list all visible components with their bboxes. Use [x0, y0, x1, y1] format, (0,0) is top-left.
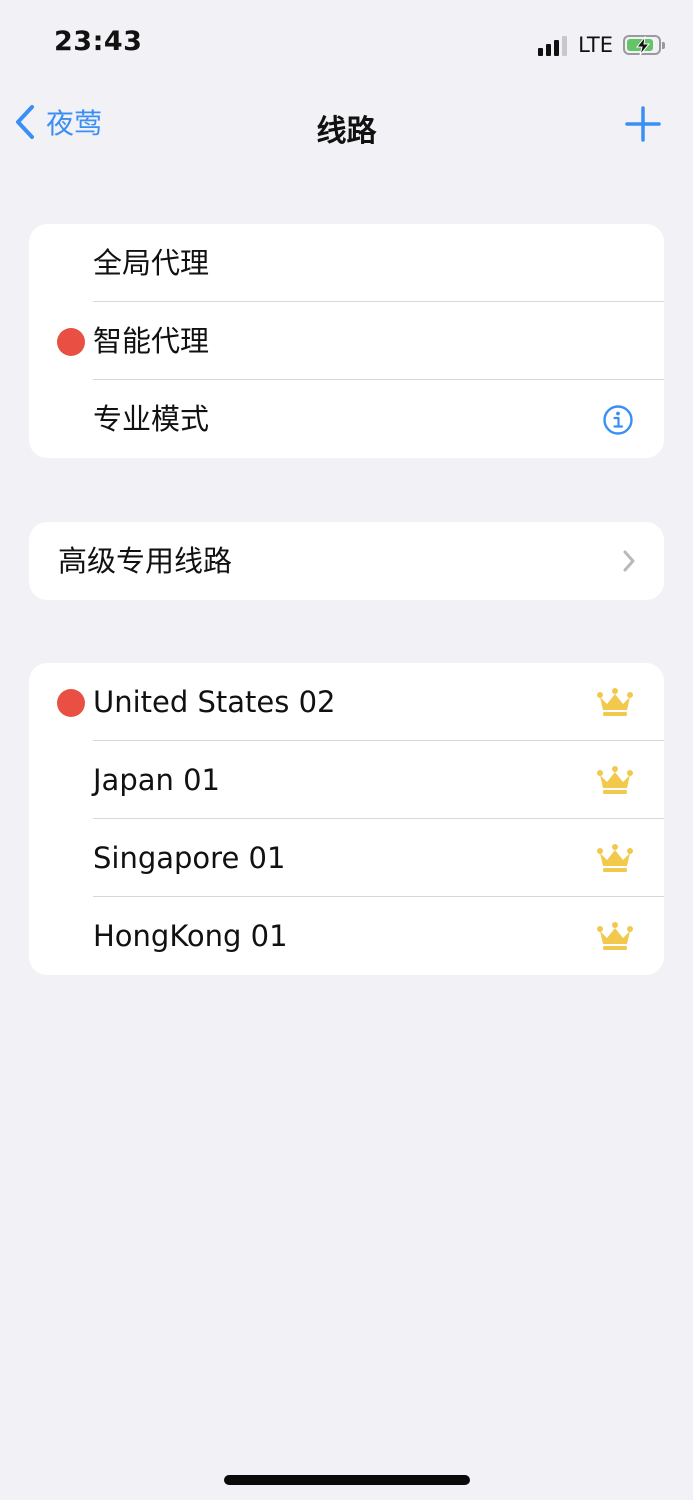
mode-row-smart[interactable]: 智能代理	[29, 302, 664, 380]
mode-label: 智能代理	[93, 324, 210, 358]
server-row-japan-01[interactable]: Japan 01	[29, 741, 664, 819]
status-indicators: LTE	[538, 30, 665, 60]
plus-icon	[625, 106, 661, 142]
selected-indicator-dot	[57, 689, 85, 717]
server-label: Singapore 01	[93, 841, 286, 875]
signal-strength-icon	[538, 34, 570, 56]
crown-icon	[597, 688, 633, 716]
server-list-group: United States 02 Japan 01 Singapore 01 H…	[29, 663, 664, 975]
server-label: HongKong 01	[93, 919, 288, 953]
server-row-united-states-02[interactable]: United States 02	[29, 663, 664, 741]
navigation-bar: 夜莺 线路	[0, 92, 693, 158]
server-label: United States 02	[93, 685, 336, 719]
mode-row-global[interactable]: 全局代理	[29, 224, 664, 302]
crown-icon	[597, 922, 633, 950]
premium-lines-group: 高级专用线路	[29, 522, 664, 600]
proxy-mode-group: 全局代理 智能代理 专业模式	[29, 224, 664, 458]
server-label: Japan 01	[93, 763, 221, 797]
status-time: 23:43	[54, 26, 143, 57]
server-row-singapore-01[interactable]: Singapore 01	[29, 819, 664, 897]
premium-lines-row[interactable]: 高级专用线路	[29, 522, 664, 600]
mode-row-pro[interactable]: 专业模式	[29, 380, 664, 458]
crown-icon	[597, 844, 633, 872]
add-button[interactable]	[623, 104, 663, 144]
mode-label: 专业模式	[93, 402, 210, 436]
selected-indicator-dot	[57, 328, 85, 356]
server-row-hongkong-01[interactable]: HongKong 01	[29, 897, 664, 975]
status-bar: 23:43 LTE	[0, 0, 693, 88]
info-icon[interactable]	[602, 404, 634, 436]
premium-lines-label: 高级专用线路	[58, 544, 233, 578]
home-indicator[interactable]	[224, 1475, 470, 1485]
network-type: LTE	[578, 33, 613, 57]
crown-icon	[597, 766, 633, 794]
charging-bolt-icon	[635, 36, 651, 56]
chevron-right-icon	[623, 550, 635, 572]
battery-icon	[623, 35, 665, 56]
page-title: 线路	[316, 114, 377, 149]
mode-label: 全局代理	[93, 246, 210, 280]
